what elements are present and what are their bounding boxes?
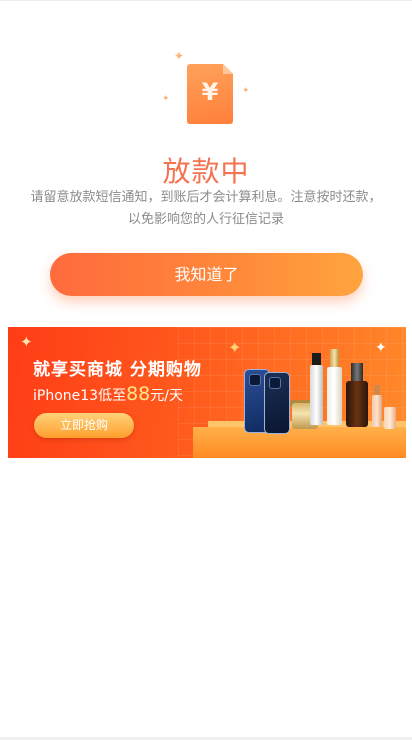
camera-icon (269, 377, 281, 389)
banner-subline-suffix: 元/天 (150, 388, 183, 404)
banner-subline-prefix: iPhone13低至 (33, 388, 127, 404)
promo-banner[interactable]: ✦ ✦ ✦ 就享买商城 分期购物 iPhone13低至88元/天 立即抢购 (8, 327, 406, 458)
yuan-symbol: ¥ (201, 78, 219, 106)
top-divider (0, 0, 412, 1)
bottle-cap (351, 363, 363, 383)
bottle-icon (384, 407, 396, 429)
bottle-icon (327, 367, 342, 425)
status-title: 放款中 (162, 155, 250, 188)
status-illustration: ✦ ✦ ✦ ¥ (158, 48, 254, 132)
buy-now-button[interactable]: 立即抢购 (34, 413, 134, 438)
phone-icon (264, 372, 290, 434)
confirm-button[interactable]: 我知道了 (50, 253, 363, 296)
bottle-cap (330, 349, 339, 369)
banner-headline: 就享买商城 分期购物 (33, 360, 202, 380)
document-fold-icon (223, 64, 233, 74)
bottle-icon (346, 381, 368, 427)
bottle-icon (372, 395, 382, 427)
status-description: 请留意放款短信通知，到账后才会计算利息。注意按时还款，以免影响您的人行征信记录 (30, 190, 382, 227)
camera-icon (249, 374, 261, 386)
sparkle-icon: ✦ (162, 94, 170, 104)
bottle-icon (310, 365, 323, 425)
sparkle-icon: ✦ (242, 86, 250, 96)
phones-and-cosmetics-icon (240, 345, 400, 435)
banner-subline: iPhone13低至88元/天 (33, 383, 183, 405)
sparkle-icon: ✦ (20, 333, 33, 351)
banner-price: 88 (126, 383, 151, 405)
sparkle-icon: ✦ (174, 49, 185, 63)
